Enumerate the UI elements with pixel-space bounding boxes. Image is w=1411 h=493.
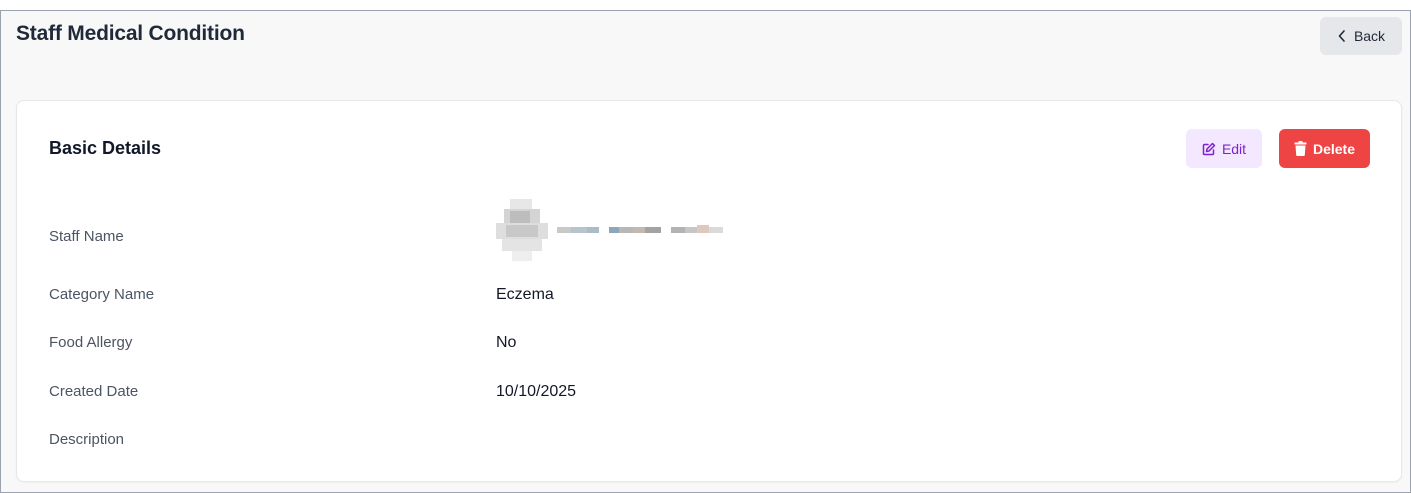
staff-name-value-blurred [557,225,723,233]
description-label: Description [49,431,125,448]
delete-button-label: Delete [1312,140,1356,157]
food-allergy-value: No [496,334,517,351]
delete-button[interactable]: Delete [1279,129,1370,168]
category-name-label: Category Name [49,286,155,303]
page-container: Staff Medical Condition Back Basic Detai… [0,10,1411,493]
section-title: Basic Details [49,138,162,158]
back-button[interactable]: Back [1320,17,1402,55]
category-name-value: Eczema [496,286,554,303]
page-title: Staff Medical Condition [16,22,245,45]
edit-button[interactable]: Edit [1186,129,1262,168]
staff-name-label: Staff Name [49,228,124,245]
edit-button-label: Edit [1221,140,1247,157]
back-button-label: Back [1353,28,1386,44]
food-allergy-label: Food Allergy [49,334,133,351]
details-card: Basic Details Edit Delete Staff Name Cat… [16,100,1402,482]
avatar [496,199,548,261]
trash-icon [1294,141,1307,156]
created-date-label: Created Date [49,383,139,400]
pencil-square-icon [1202,142,1216,155]
created-date-value: 10/10/2025 [496,383,577,400]
chevron-left-icon [1338,30,1345,42]
